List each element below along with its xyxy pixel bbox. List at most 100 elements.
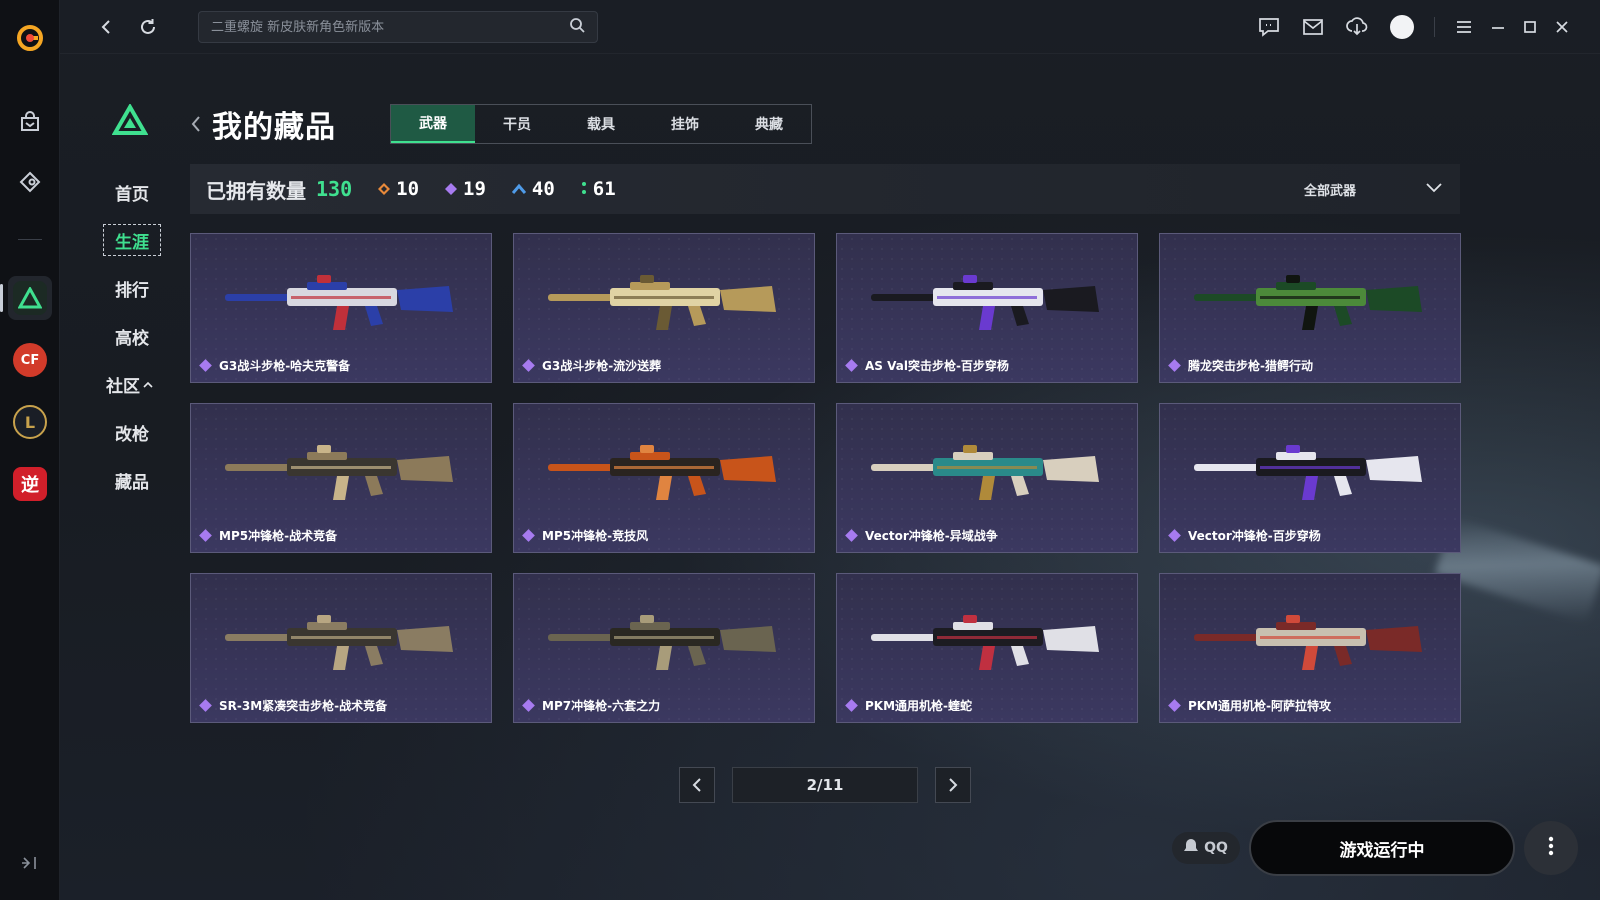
purple-rarity-icon: [1168, 529, 1181, 542]
collection-item-card[interactable]: AS Val突击步枪-百步穿杨: [836, 233, 1138, 383]
search-icon[interactable]: [569, 17, 585, 37]
collection-item-card[interactable]: SR-3M紧凑突击步枪-战术竞备: [190, 573, 492, 723]
item-name: G3战斗步枪-哈夫克警备: [219, 359, 351, 373]
weapon-skin-image: [225, 445, 453, 500]
tab-operators[interactable]: 干员: [475, 105, 559, 143]
refresh-icon[interactable]: [136, 15, 160, 39]
item-label: 腾龙突击步枪-猎鳄行动: [1168, 357, 1313, 374]
item-label: PKM通用机枪-阿萨拉特攻: [1168, 697, 1332, 714]
category-tabs: 武器 干员 载具 挂饰 典藏: [390, 104, 812, 144]
collection-item-card[interactable]: MP5冲锋枪-竞技风: [513, 403, 815, 553]
weapon-skin-image: [548, 275, 776, 330]
crossfire-icon[interactable]: CF: [8, 338, 52, 382]
nav-community-label: 社区: [106, 376, 140, 397]
maximize-icon[interactable]: [1518, 15, 1542, 39]
item-name: Vector冲锋枪-异域战争: [865, 529, 998, 543]
collapse-sidebar-icon[interactable]: [20, 853, 40, 877]
search-input[interactable]: [211, 19, 569, 35]
rarity-green-count: 61: [592, 178, 616, 200]
nav-ranking[interactable]: 排行: [103, 272, 161, 304]
orange-diamond-icon: [378, 180, 391, 199]
nav-college[interactable]: 高校: [103, 320, 161, 352]
rarity-purple-count: 19: [463, 178, 486, 200]
item-label: MP5冲锋枪-竞技风: [522, 527, 648, 544]
item-label: PKM通用机枪-蝰蛇: [845, 697, 972, 714]
nav-career[interactable]: 生涯: [103, 224, 161, 256]
user-avatar[interactable]: [1388, 13, 1416, 41]
app-logo-icon[interactable]: [8, 16, 52, 60]
rarity-blue: 40: [511, 178, 555, 200]
purple-rarity-icon: [845, 529, 858, 542]
qq-label: QQ: [1204, 840, 1228, 856]
collection-item-card[interactable]: PKM通用机枪-阿萨拉特攻: [1159, 573, 1461, 723]
delta-force-icon[interactable]: [8, 276, 52, 320]
store-bag-icon[interactable]: [8, 100, 52, 144]
collection-item-card[interactable]: G3战斗步枪-流沙送葬: [513, 233, 815, 383]
weapon-skin-image: [1194, 615, 1422, 670]
nav-gun-mod[interactable]: 改枪: [103, 416, 161, 448]
collection-item-card[interactable]: 腾龙突击步枪-猎鳄行动: [1159, 233, 1461, 383]
item-label: SR-3M紧凑突击步枪-战术竞备: [199, 697, 388, 714]
purple-rarity-icon: [199, 359, 212, 372]
item-label: G3战斗步枪-哈夫克警备: [199, 357, 351, 374]
qq-button[interactable]: QQ: [1172, 832, 1240, 864]
weapon-filter-dropdown[interactable]: 全部武器: [1304, 164, 1442, 214]
item-name: G3战斗步枪-流沙送葬: [542, 359, 662, 373]
item-name: PKM通用机枪-阿萨拉特攻: [1188, 699, 1332, 713]
page-indicator: 2/11: [732, 767, 918, 803]
collection-item-card[interactable]: MP7冲锋枪-六套之力: [513, 573, 815, 723]
weapon-skin-image: [1194, 275, 1422, 330]
item-name: SR-3M紧凑突击步枪-战术竞备: [219, 699, 388, 713]
page-back-icon[interactable]: [190, 114, 202, 138]
weapon-skin-image: [871, 615, 1099, 670]
collection-item-card[interactable]: PKM通用机枪-蝰蛇: [836, 573, 1138, 723]
nav-home[interactable]: 首页: [103, 176, 161, 208]
item-label: MP5冲锋枪-战术竞备: [199, 527, 337, 544]
owned-total: 130: [316, 177, 353, 201]
purple-rarity-icon: [1168, 699, 1181, 712]
nav-community[interactable]: 社区: [106, 368, 164, 400]
prev-page-button[interactable]: [679, 767, 715, 803]
menu-icon[interactable]: [1452, 15, 1476, 39]
close-icon[interactable]: [1550, 15, 1574, 39]
tab-charms[interactable]: 挂饰: [643, 105, 727, 143]
tab-weapons[interactable]: 武器: [391, 105, 475, 143]
minimize-icon[interactable]: [1486, 15, 1510, 39]
mail-icon[interactable]: [1301, 15, 1325, 39]
chevron-up-icon: [143, 374, 153, 394]
download-icon[interactable]: [1345, 15, 1369, 39]
more-options-button[interactable]: [1524, 821, 1578, 875]
league-of-legends-icon[interactable]: L: [8, 400, 52, 444]
weapon-skin-image: [548, 445, 776, 500]
nav-collection[interactable]: 藏品: [103, 464, 161, 496]
item-label: Vector冲锋枪-异域战争: [845, 527, 998, 544]
game-pad-icon[interactable]: [8, 160, 52, 204]
collection-item-card[interactable]: Vector冲锋枪-异域战争: [836, 403, 1138, 553]
delta-force-logo-icon: [111, 102, 149, 140]
purple-rarity-icon: [522, 359, 535, 372]
page-title: 我的藏品: [212, 110, 336, 145]
back-arrow-icon[interactable]: [94, 15, 118, 39]
collection-item-card[interactable]: MP5冲锋枪-战术竞备: [190, 403, 492, 553]
weapon-skin-image: [225, 615, 453, 670]
weapon-filter-label: 全部武器: [1303, 183, 1356, 199]
ni-shui-han-icon[interactable]: 逆: [8, 462, 52, 506]
more-vertical-icon: [1548, 836, 1554, 860]
topbar-divider: [1434, 17, 1435, 37]
item-label: G3战斗步枪-流沙送葬: [522, 357, 662, 374]
left-rail: CF L 逆: [0, 0, 60, 900]
weapon-skin-image: [871, 445, 1099, 500]
game-running-button[interactable]: 游戏运行中: [1249, 820, 1515, 876]
owned-stats-bar: 已拥有数量 130 10 19 40 61 全部武器: [190, 164, 1460, 214]
rarity-green: 61: [581, 178, 616, 200]
next-page-button[interactable]: [935, 767, 971, 803]
collection-item-card[interactable]: Vector冲锋枪-百步穿杨: [1159, 403, 1461, 553]
tab-vehicles[interactable]: 载具: [559, 105, 643, 143]
item-label: MP7冲锋枪-六套之力: [522, 697, 660, 714]
search-box[interactable]: [198, 11, 598, 43]
tab-collectibles[interactable]: 典藏: [727, 105, 811, 143]
chat-icon[interactable]: [1257, 15, 1281, 39]
item-name: 腾龙突击步枪-猎鳄行动: [1188, 359, 1313, 373]
collection-item-card[interactable]: G3战斗步枪-哈夫克警备: [190, 233, 492, 383]
purple-diamond-icon: [445, 180, 458, 199]
